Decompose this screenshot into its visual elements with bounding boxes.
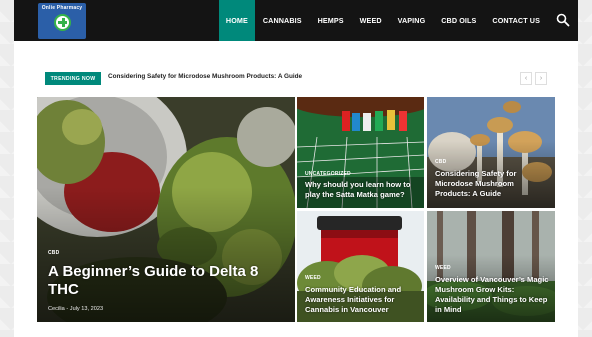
tile-3-category[interactable]: WEED (305, 275, 321, 281)
nav-item-cannabis[interactable]: CANNABIS (255, 0, 310, 41)
chevron-left-icon[interactable]: ‹ (520, 72, 532, 85)
trending-badge: TRENDING NOW (45, 72, 101, 85)
nav-item-home[interactable]: HOME (218, 0, 255, 41)
featured-meta: Cecilia - July 13, 2023 (48, 306, 104, 312)
featured-title[interactable]: A Beginner’s Guide to Delta 8 THC (48, 263, 278, 299)
site-header: Onlie Pharmacy HOME CANNABIS HEMPS WEED … (14, 0, 578, 41)
post-tile-2[interactable]: CBD Considering Safety for Microdose Mus… (427, 97, 555, 208)
tile-2-title[interactable]: Considering Safety for Microdose Mushroo… (435, 169, 551, 199)
plus-icon (54, 14, 71, 31)
tile-2-category[interactable]: CBD (435, 159, 446, 165)
logo-text: Onlie Pharmacy (41, 5, 83, 11)
search-icon[interactable] (556, 13, 570, 27)
tile-1-title[interactable]: Why should you learn how to play the Sat… (305, 180, 421, 200)
featured-post[interactable]: CBD A Beginner’s Guide to Delta 8 THC Ce… (37, 97, 295, 322)
tile-4-title[interactable]: Overview of Vancouver’s Magic Mushroom G… (435, 275, 553, 315)
post-tile-3[interactable]: WEED Community Education and Awareness I… (297, 211, 424, 322)
tile-1-category[interactable]: UNCATEGORIZED (305, 171, 351, 177)
nav-item-contact-us[interactable]: CONTACT US (484, 0, 548, 41)
nav-item-vaping[interactable]: VAPING (390, 0, 434, 41)
main-nav: HOME CANNABIS HEMPS WEED VAPING CBD OILS… (218, 0, 548, 41)
featured-date: July 13, 2023 (69, 306, 104, 312)
post-tile-1[interactable]: UNCATEGORIZED Why should you learn how t… (297, 97, 424, 208)
nav-item-cbd-oils[interactable]: CBD OILS (433, 0, 484, 41)
nav-item-hemps[interactable]: HEMPS (310, 0, 352, 41)
page: Onlie Pharmacy HOME CANNABIS HEMPS WEED … (14, 0, 578, 337)
tile-4-category[interactable]: WEED (435, 265, 451, 271)
tile-3-title[interactable]: Community Education and Awareness Initia… (305, 285, 423, 315)
trending-title[interactable]: Considering Safety for Microdose Mushroo… (108, 73, 302, 80)
post-tile-4[interactable]: WEED Overview of Vancouver’s Magic Mushr… (427, 211, 555, 322)
chevron-right-icon[interactable]: › (535, 72, 547, 85)
site-logo[interactable]: Onlie Pharmacy (38, 3, 86, 39)
nav-item-weed[interactable]: WEED (352, 0, 390, 41)
featured-author[interactable]: Cecilia (48, 306, 65, 312)
featured-category[interactable]: CBD (48, 250, 59, 256)
